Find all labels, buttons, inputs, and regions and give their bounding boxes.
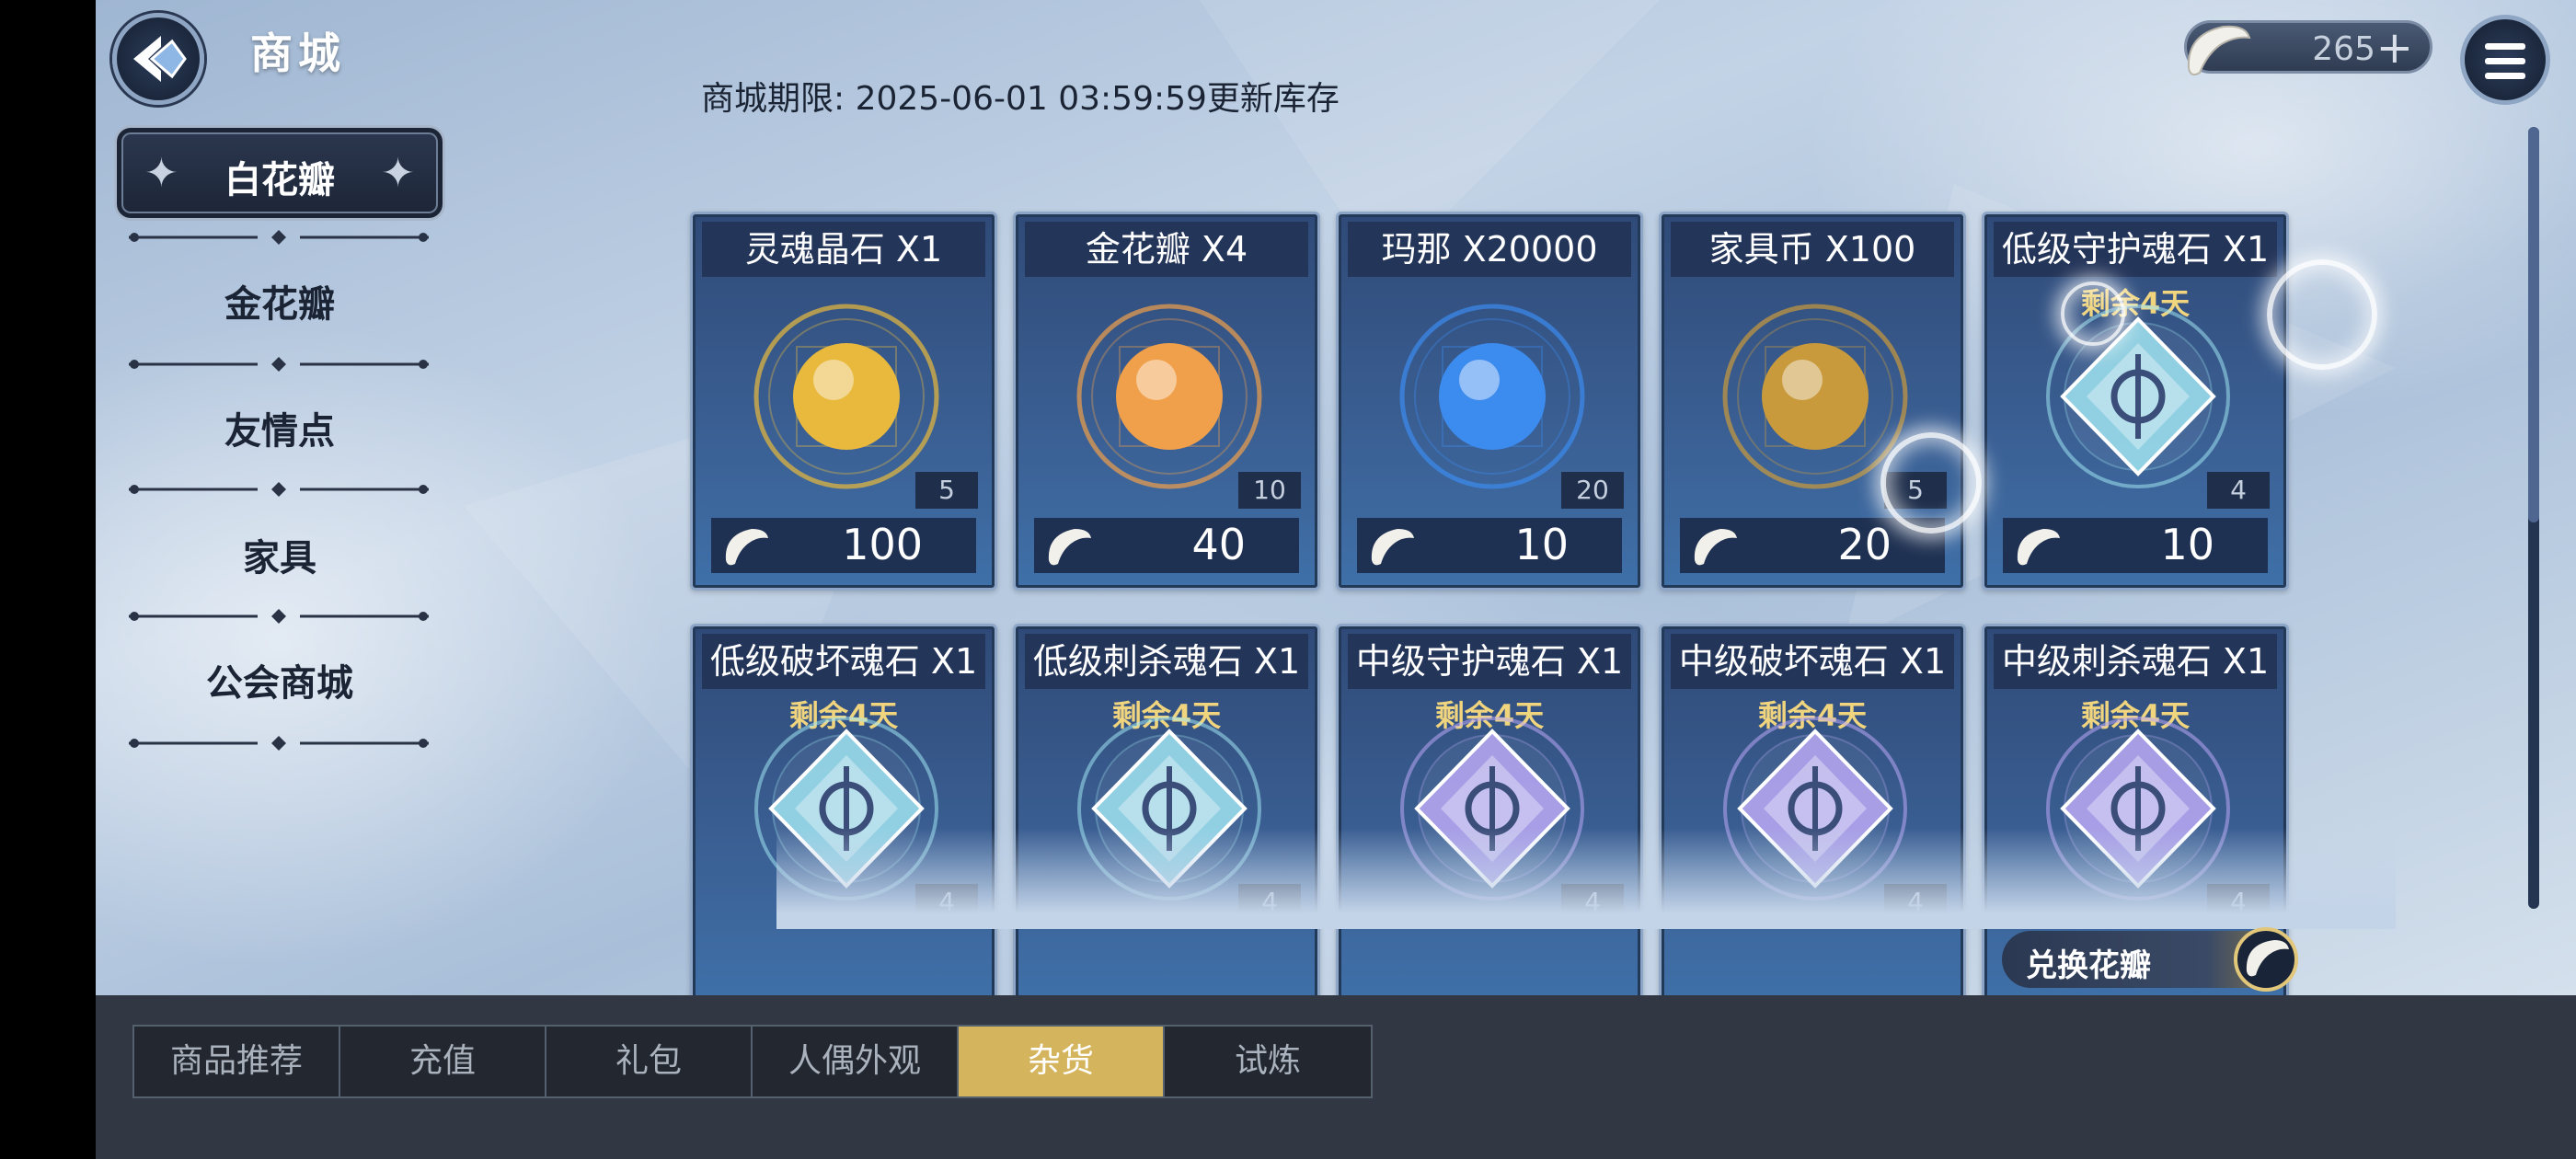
currency-amount: 265: [2312, 30, 2375, 68]
shop-item-card[interactable]: 家具币 X100 5 20: [1659, 212, 1966, 591]
shop-item-card[interactable]: 玛那 X20000 20 10: [1336, 212, 1643, 591]
tab-0[interactable]: 商品推荐: [134, 1027, 340, 1096]
sidebar-item-white-petal[interactable]: ✦ 白花瓣 ✦: [114, 125, 445, 221]
stock-count: 20: [1561, 472, 1624, 509]
shop-item-card[interactable]: 灵魂晶石 X1 5 100: [690, 212, 997, 591]
exchange-petals-button[interactable]: 兑换花瓣: [2002, 927, 2298, 992]
item-name: 低级刺杀魂石 X1: [1025, 634, 1308, 689]
menu-icon: [2485, 43, 2525, 50]
item-name: 家具币 X100: [1671, 222, 1954, 277]
tab-4[interactable]: 杂货: [959, 1027, 1165, 1096]
star-ornament-icon: ✦: [381, 150, 415, 197]
add-currency-button[interactable]: +: [2376, 25, 2413, 71]
tab-1[interactable]: 充值: [340, 1027, 546, 1096]
sparkle-effect: [2061, 281, 2125, 346]
tab-5[interactable]: 试炼: [1165, 1027, 1371, 1096]
exchange-label: 兑换花瓣: [2026, 947, 2151, 984]
sparkle-effect: [1880, 432, 1982, 534]
shop-item-card[interactable]: 金花瓣 X4 10 40: [1013, 212, 1320, 591]
item-name: 玛那 X20000: [1348, 222, 1631, 277]
divider: [129, 736, 429, 751]
stock-count: 4: [2207, 472, 2270, 509]
price-bar: 100: [711, 518, 976, 573]
item-name: 中级刺杀魂石 X1: [1994, 634, 2277, 689]
item-name: 低级破坏魂石 X1: [702, 634, 985, 689]
divider: [129, 482, 429, 497]
divider: [129, 230, 429, 245]
price-value: 10: [2160, 520, 2214, 569]
white-petal-icon: [1694, 529, 1737, 566]
divider: [129, 609, 429, 624]
price-value: 10: [1514, 520, 1569, 569]
price-bar: 10: [2003, 518, 2268, 573]
price-bar: 10: [1357, 518, 1622, 573]
item-name: 中级破坏魂石 X1: [1671, 634, 1954, 689]
sidebar-item-guild-shop[interactable]: 公会商城: [114, 653, 445, 706]
item-name: 中级守护魂石 X1: [1348, 634, 1631, 689]
tab-2[interactable]: 礼包: [546, 1027, 753, 1096]
sidebar-item-gold-petal[interactable]: 金花瓣: [114, 274, 445, 327]
white-petal-icon: [1048, 529, 1091, 566]
price-bar: 40: [1034, 518, 1299, 573]
tab-3[interactable]: 人偶外观: [753, 1027, 959, 1096]
item-name: 低级守护魂石 X1: [1994, 222, 2277, 277]
gold-petal-icon: [1076, 304, 1262, 489]
shop-item-card[interactable]: 中级破坏魂石 X1 剩余4天 4: [1659, 624, 1966, 995]
item-name: 金花瓣 X4: [1025, 222, 1308, 277]
grid-fade: [776, 828, 2396, 929]
sidebar-item-friendship[interactable]: 友情点: [114, 401, 445, 454]
price-value: 100: [842, 520, 923, 569]
mana-orb-icon: [1399, 304, 1585, 489]
white-petal-icon: [1371, 529, 1414, 566]
currency-display: 265 +: [2184, 20, 2432, 76]
stock-count: 5: [915, 472, 978, 509]
stock-count: 10: [1238, 472, 1301, 509]
price-value: 20: [1837, 520, 1892, 569]
white-petal-icon: [2234, 927, 2298, 992]
sidebar-item-furniture[interactable]: 家具: [114, 528, 445, 581]
scrollbar-thumb[interactable]: [2528, 127, 2539, 522]
shop-panel: 商城 商城期限: 2025-06-01 03:59:59更新库存 265 + ✦…: [96, 0, 2576, 995]
shop-item-card[interactable]: 低级破坏魂石 X1 剩余4天 4: [690, 624, 997, 995]
white-petal-icon: [725, 529, 768, 566]
shop-item-card[interactable]: 低级守护魂石 X1 剩余4天 4 10: [1982, 212, 2289, 591]
price-value: 40: [1191, 520, 1246, 569]
shop-item-card[interactable]: 低级刺杀魂石 X1 剩余4天 4: [1013, 624, 1320, 995]
white-petal-icon: [2017, 529, 2060, 566]
back-button[interactable]: [112, 13, 204, 105]
bottom-tab-bar: 商品推荐 充值 礼包 人偶外观 杂货 试炼: [96, 995, 2576, 1159]
game-screen: 商城 商城期限: 2025-06-01 03:59:59更新库存 265 + ✦…: [0, 0, 2576, 1159]
soul-crystal-icon: [753, 304, 939, 489]
menu-button[interactable]: [2460, 15, 2550, 105]
back-arrow-icon: [133, 36, 187, 82]
shop-item-card[interactable]: 中级守护魂石 X1 剩余4天 4: [1336, 624, 1643, 995]
sparkle-effect: [2267, 259, 2377, 370]
divider: [129, 357, 429, 372]
shop-expiry-text: 商城期限: 2025-06-01 03:59:59更新库存: [701, 80, 1340, 118]
page-title: 商城: [250, 29, 346, 78]
item-name: 灵魂晶石 X1: [702, 222, 985, 277]
